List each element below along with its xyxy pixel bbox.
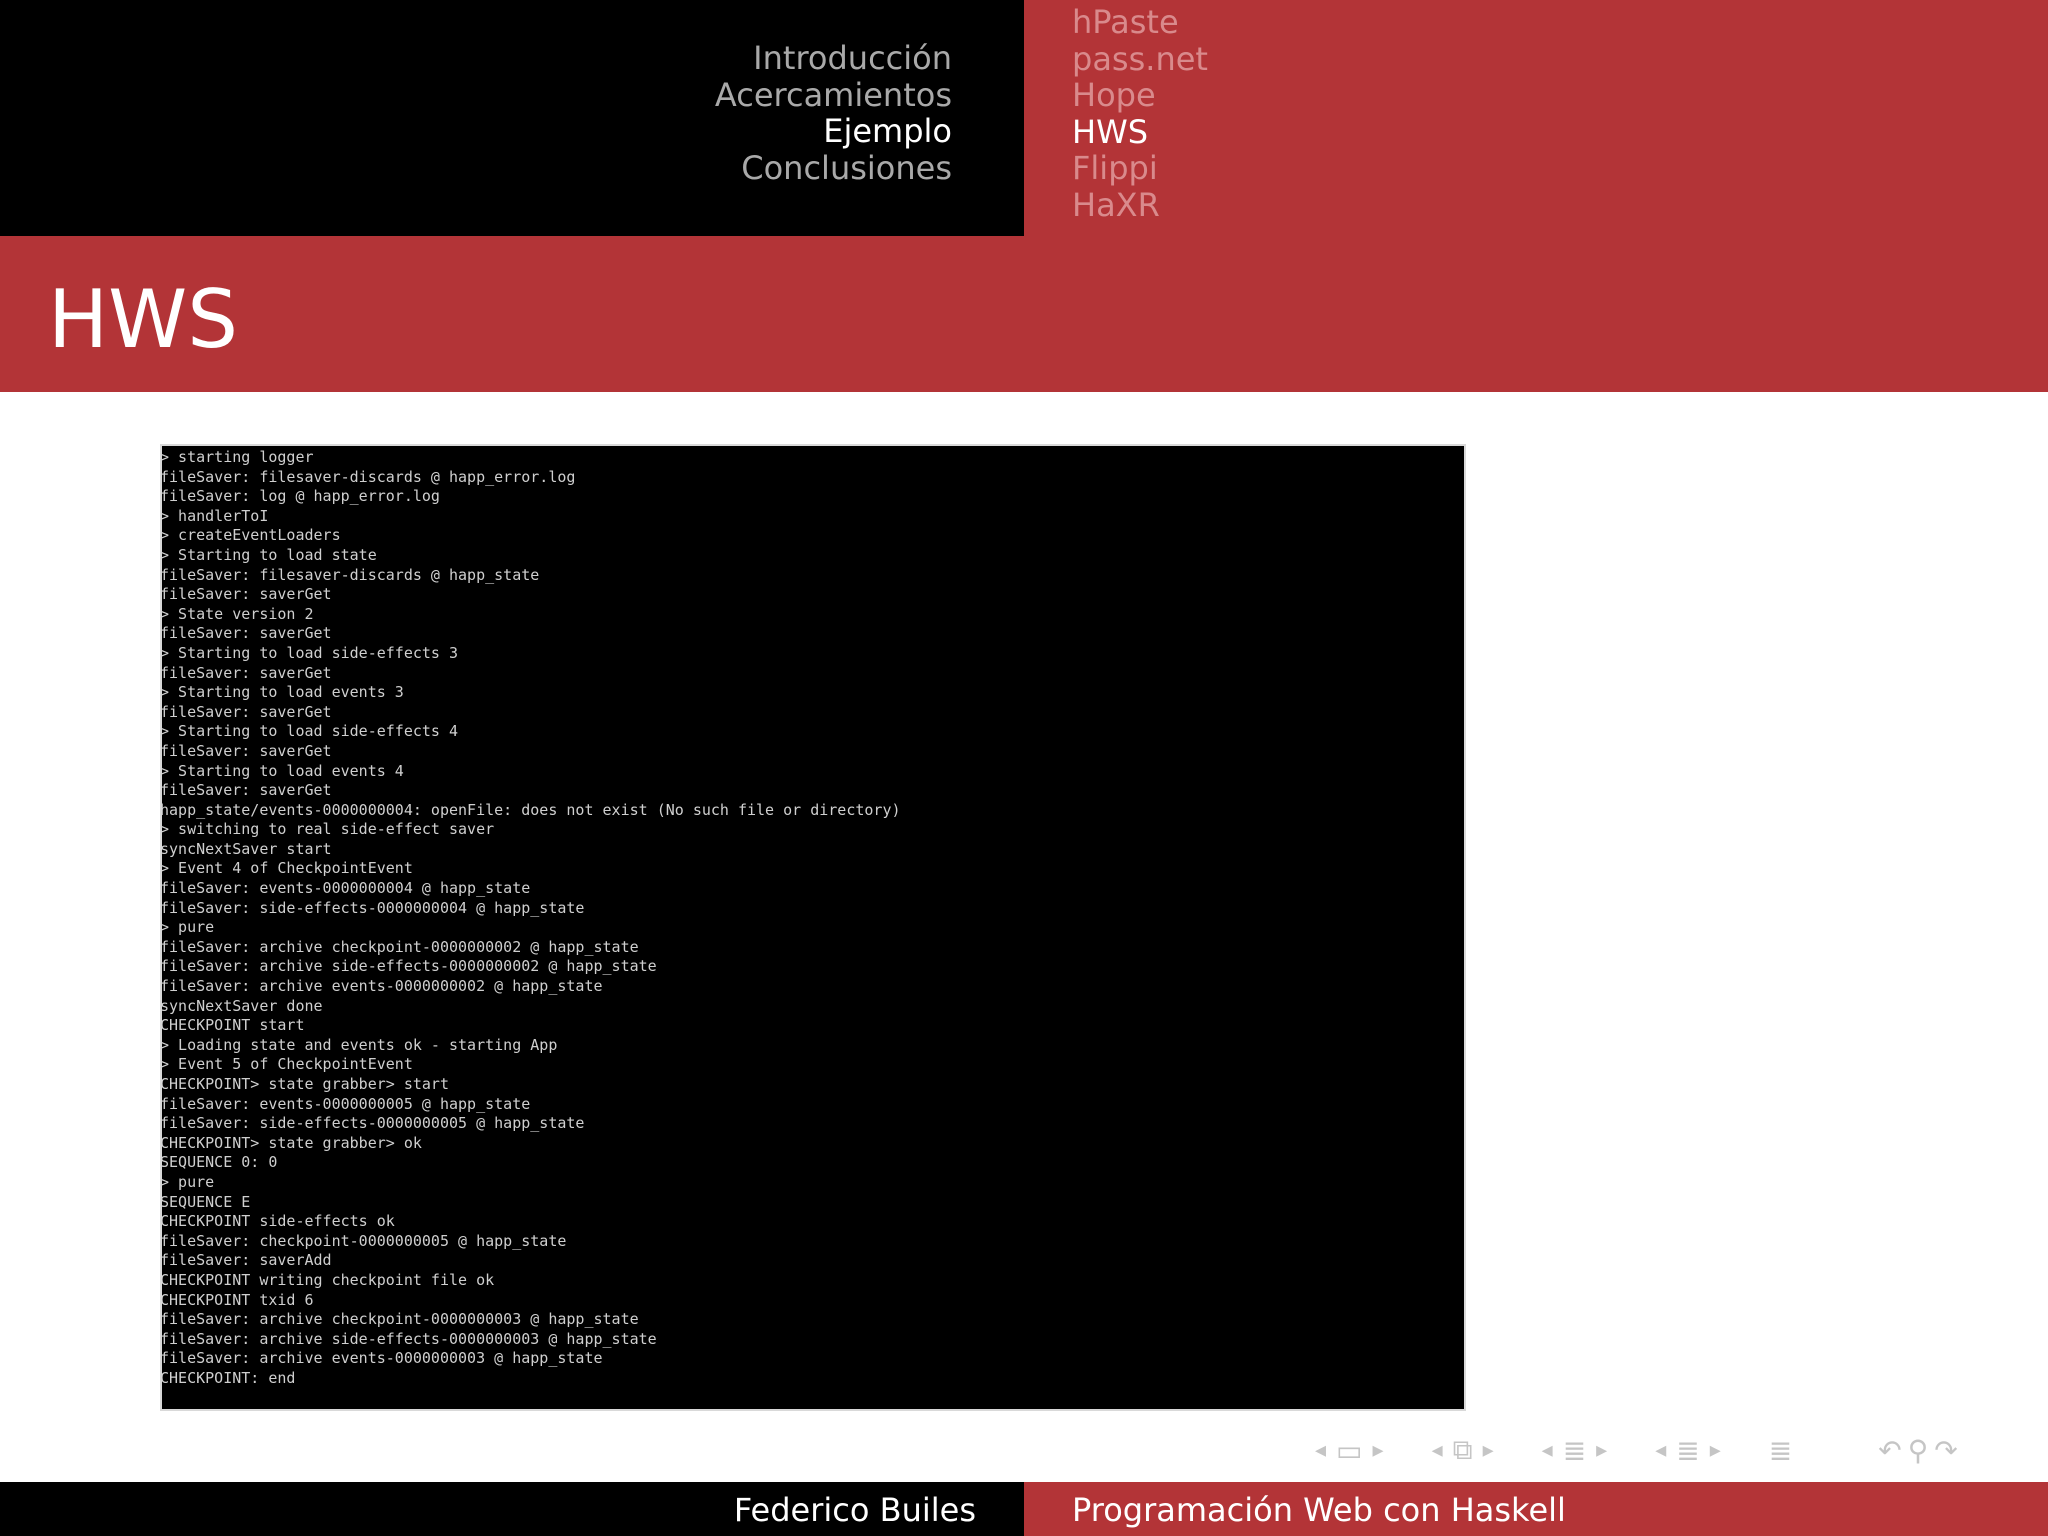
section-link-introduccion[interactable]: Introducción [715, 40, 952, 77]
terminal-line: fileSaver: archive events-0000000003 @ h… [162, 1349, 603, 1368]
terminal-line: fileSaver: saverGet [162, 781, 332, 800]
beamer-navigation-bar: ◂ ▭ ▸ ◂ ⧉ ▸ ◂ ≣ ▸ ◂ ≣ ▸ ≣ ↶ ⚲ ↷ [1310, 1432, 1961, 1468]
terminal-line: > switching to real side-effect saver [162, 820, 495, 839]
terminal-line: fileSaver: events-0000000005 @ happ_stat… [162, 1094, 531, 1113]
terminal-line: fileSaver: log @ happ_error.log [162, 487, 440, 506]
terminal-line: CHECKPOINT> state grabber> start [162, 1075, 449, 1093]
terminal-line: CHECKPOINT side-effects ok [162, 1212, 395, 1231]
terminal-line: fileSaver: saverGet [162, 585, 332, 604]
terminal-line: syncNextSaver start [162, 839, 332, 858]
terminal-line: > handlerToI [162, 506, 269, 525]
terminal-line: fileSaver: archive checkpoint-0000000002… [162, 937, 639, 956]
frame-title: HWS [48, 273, 239, 366]
subsection-link-hws[interactable]: HWS [1072, 113, 1208, 151]
search-icon[interactable]: ⚲ [1908, 1434, 1929, 1467]
terminal-line: > Starting to load side-effects 3 [162, 643, 459, 662]
frame-title-bar: HWS [0, 236, 2048, 392]
header-subsections-panel: hPaste pass.net Hope HWS Flippi HaXR [1024, 0, 2048, 236]
terminal-line: > Starting to load events 3 [162, 683, 404, 702]
section-nav-icon[interactable]: ◂ ≣ ▸ [1650, 1434, 1726, 1467]
subsection-link-pass-net[interactable]: pass.net [1072, 40, 1208, 78]
terminal-line: fileSaver: saverGet [162, 741, 332, 760]
frame-nav-icon[interactable]: ◂ ⧉ ▸ [1427, 1433, 1499, 1467]
terminal-line: SEQUENCE E [162, 1192, 251, 1211]
terminal-line: > pure [162, 918, 215, 937]
terminal-line: happ_state/events-0000000004: openFile: … [162, 800, 901, 819]
footer-talk-title: Programación Web con Haskell [1072, 1491, 1566, 1529]
terminal-line: fileSaver: filesaver-discards @ happ_err… [162, 467, 576, 486]
subsection-nav-icon[interactable]: ◂ ≣ ▸ [1537, 1434, 1613, 1467]
header-sections-panel: Introducción Acercamientos Ejemplo Concl… [0, 0, 1024, 236]
terminal-line: fileSaver: saverAdd [162, 1251, 332, 1270]
terminal-line: CHECKPOINT: end [162, 1368, 296, 1387]
terminal-line: fileSaver: archive side-effects-00000000… [162, 1329, 657, 1348]
terminal-line: > Loading state and events ok - starting… [162, 1035, 558, 1054]
terminal-line: > Event 4 of CheckpointEvent [162, 859, 413, 878]
subsection-link-haxr[interactable]: HaXR [1072, 186, 1208, 224]
terminal-line: fileSaver: events-0000000004 @ happ_stat… [162, 879, 531, 898]
terminal-line: > State version 2 [162, 604, 314, 623]
terminal-line: > pure [162, 1172, 215, 1191]
terminal-line: fileSaver: archive checkpoint-0000000003… [162, 1310, 639, 1329]
subsection-link-hope[interactable]: Hope [1072, 77, 1208, 114]
terminal-line: > Starting to load side-effects 4 [162, 722, 459, 741]
search-controls: ↶ ⚲ ↷ [1875, 1434, 1960, 1467]
terminal-line: > Event 5 of CheckpointEvent [162, 1055, 413, 1074]
forward-icon[interactable]: ↷ [1934, 1434, 1957, 1467]
terminal-line: CHECKPOINT writing checkpoint file ok [162, 1270, 495, 1289]
terminal-line: fileSaver: checkpoint-0000000005 @ happ_… [162, 1231, 567, 1250]
slide-nav-icon[interactable]: ◂ ▭ ▸ [1310, 1434, 1389, 1467]
terminal-line: fileSaver: archive events-0000000002 @ h… [162, 977, 603, 996]
section-nav: Introducción Acercamientos Ejemplo Concl… [715, 40, 952, 186]
back-icon[interactable]: ↶ [1878, 1434, 1901, 1467]
terminal-line: > createEventLoaders [162, 526, 341, 545]
footer-author: Federico Builes [733, 1491, 976, 1529]
appendix-nav-icon[interactable]: ≣ [1764, 1434, 1797, 1467]
footer-title-panel: Programación Web con Haskell [1024, 1482, 2048, 1536]
section-link-conclusiones[interactable]: Conclusiones [715, 149, 952, 187]
terminal-line: syncNextSaver done [162, 996, 323, 1015]
terminal-line: fileSaver: filesaver-discards @ happ_sta… [162, 565, 540, 584]
terminal-output: > starting logger fileSaver: filesaver-di… [162, 446, 1464, 1389]
terminal-line: CHECKPOINT txid 6 [162, 1290, 314, 1309]
subsection-link-hpaste[interactable]: hPaste [1072, 4, 1208, 41]
terminal-line: fileSaver: side-effects-0000000004 @ hap… [162, 898, 585, 917]
terminal-line: > Starting to load events 4 [162, 761, 404, 780]
subsection-nav: hPaste pass.net Hope HWS Flippi HaXR [1072, 4, 1208, 223]
terminal-screenshot: > starting logger fileSaver: filesaver-di… [160, 444, 1466, 1411]
terminal-line: > starting logger [162, 448, 314, 466]
terminal-line: fileSaver: side-effects-0000000005 @ hap… [162, 1114, 585, 1133]
terminal-line: CHECKPOINT> state grabber> ok [162, 1133, 422, 1152]
terminal-line: > Starting to load state [162, 545, 377, 564]
section-link-ejemplo[interactable]: Ejemplo [715, 113, 952, 150]
footer-author-panel: Federico Builes [0, 1482, 1024, 1536]
terminal-line: fileSaver: saverGet [162, 663, 332, 682]
terminal-line: CHECKPOINT start [162, 1016, 305, 1035]
terminal-line: fileSaver: saverGet [162, 624, 332, 643]
subsection-link-flippi[interactable]: Flippi [1072, 150, 1208, 187]
terminal-line: SEQUENCE 0: 0 [162, 1153, 278, 1172]
terminal-line: fileSaver: archive side-effects-00000000… [162, 957, 657, 976]
section-link-acercamientos[interactable]: Acercamientos [715, 76, 952, 114]
terminal-line: fileSaver: saverGet [162, 702, 332, 721]
